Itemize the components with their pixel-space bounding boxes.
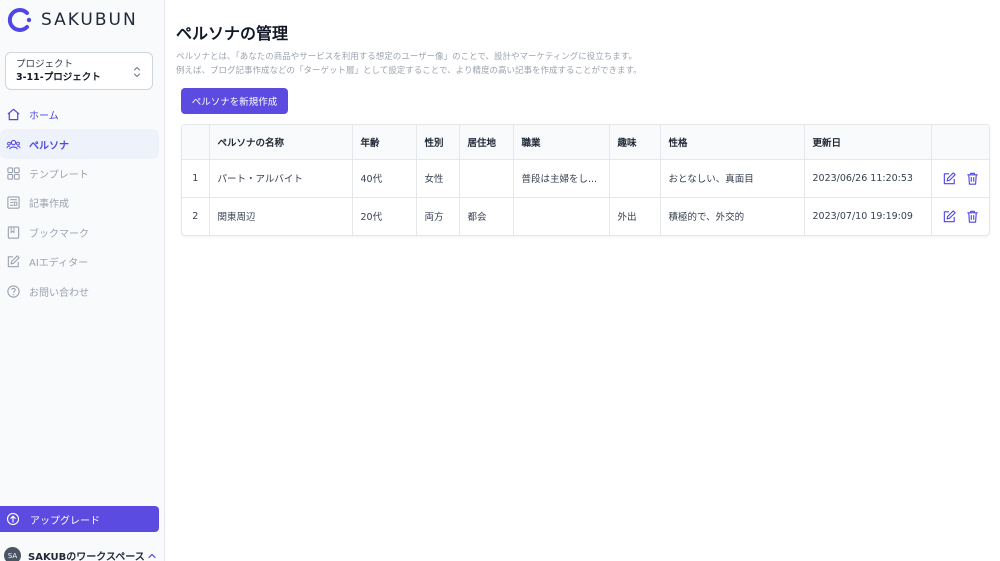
sidebar-item-ai-editor[interactable]: AIエディター xyxy=(0,247,159,276)
project-name: 3-11-プロジェクト xyxy=(16,72,101,83)
sidebar-item-label: お問い合わせ xyxy=(29,287,89,299)
article-icon xyxy=(6,195,21,210)
sidebar-item-label: ペルソナ xyxy=(29,140,69,152)
table-header-row: ペルソナの名称 年齢 性別 居住地 職業 趣味 性格 更新日 xyxy=(182,125,989,160)
upgrade-label: アップグレード xyxy=(30,515,100,527)
persona-hobby: 外出 xyxy=(609,197,661,235)
bookmark-icon xyxy=(6,225,21,240)
sidebar-item-bookmark[interactable]: ブックマーク xyxy=(0,218,159,247)
persona-updated: 2023/07/10 19:19:09 xyxy=(804,197,932,235)
persona-personality: 積極的で、外交的 xyxy=(660,197,805,235)
row-actions xyxy=(931,159,989,198)
persona-gender: 両方 xyxy=(416,197,460,235)
project-label: プロジェクト xyxy=(16,59,74,70)
persona-hobby xyxy=(609,159,661,198)
column-header-number xyxy=(182,125,210,160)
sidebar-item-label: AIエディター xyxy=(29,258,89,270)
persona-job: 普段は主婦をし... xyxy=(513,159,610,198)
description-line: 例えば、ブログ記事作成などの「ターゲット層」として設定することで、より精度の高い… xyxy=(176,65,642,76)
persona-updated: 2023/06/26 11:20:53 xyxy=(804,159,932,198)
sidebar-item-label: ホーム xyxy=(29,111,59,123)
column-header-name: ペルソナの名称 xyxy=(209,125,353,160)
column-header-gender: 性別 xyxy=(416,125,460,160)
sidebar-item-contact[interactable]: お問い合わせ xyxy=(0,276,159,305)
sidebar-item-label: テンプレート xyxy=(29,169,89,181)
help-icon xyxy=(6,284,21,299)
row-number: 2 xyxy=(182,197,210,235)
brand-logo[interactable]: SAKUBUN xyxy=(5,7,138,33)
persona-personality: おとなしい、真面目 xyxy=(660,159,805,198)
persona-residence: 都会 xyxy=(459,197,514,235)
persona-table: ペルソナの名称 年齢 性別 居住地 職業 趣味 性格 更新日 1 パート・アルバ… xyxy=(181,124,990,236)
column-header-personality: 性格 xyxy=(660,125,805,160)
persona-name: パート・アルバイト xyxy=(209,159,353,198)
sidebar-item-persona[interactable]: ペルソナ xyxy=(0,129,159,159)
persona-residence xyxy=(459,159,514,198)
sidebar-item-label: ブックマーク xyxy=(29,228,89,240)
column-header-residence: 居住地 xyxy=(459,125,514,160)
sidebar-item-template[interactable]: テンプレート xyxy=(0,159,159,188)
avatar: SA xyxy=(4,547,21,561)
project-selector[interactable]: プロジェクト 3-11-プロジェクト xyxy=(5,52,153,90)
logo-icon xyxy=(7,8,32,32)
page-description: ペルソナとは、「あなたの商品やサービスを利用する想定のユーザー像」のことで、設計… xyxy=(176,51,642,78)
create-persona-button[interactable]: ペルソナを新規作成 xyxy=(181,88,288,114)
persona-job xyxy=(513,197,610,235)
workspace-name: SAKUBのワークスペース xyxy=(28,552,145,561)
upgrade-button[interactable]: アップグレード xyxy=(0,506,159,532)
chevron-up-down-icon xyxy=(134,67,140,77)
column-header-actions xyxy=(931,125,989,160)
persona-icon xyxy=(6,137,21,152)
sidebar-item-label: 記事作成 xyxy=(29,199,69,211)
edit-icon[interactable] xyxy=(942,171,957,186)
row-number: 1 xyxy=(182,159,210,198)
chevron-up-icon xyxy=(148,553,156,558)
persona-name: 関東周辺 xyxy=(209,197,353,235)
sidebar-nav: ホーム ペルソナ テンプレート 記事作成 ブックマーク AIエディター お問い合… xyxy=(0,100,165,306)
sidebar-item-article[interactable]: 記事作成 xyxy=(0,188,159,217)
trash-icon[interactable] xyxy=(965,209,980,224)
arrow-up-circle-icon xyxy=(6,512,20,526)
brand-name: SAKUBUN xyxy=(41,10,138,30)
column-header-hobby: 趣味 xyxy=(609,125,661,160)
sidebar-item-home[interactable]: ホーム xyxy=(0,100,159,129)
template-icon xyxy=(6,166,21,181)
persona-age: 40代 xyxy=(352,159,417,198)
home-icon xyxy=(6,107,21,122)
row-actions xyxy=(931,197,989,235)
main-content: ペルソナの管理 ペルソナとは、「あなたの商品やサービスを利用する想定のユーザー像… xyxy=(165,0,1000,561)
persona-gender: 女性 xyxy=(416,159,460,198)
description-line: ペルソナとは、「あなたの商品やサービスを利用する想定のユーザー像」のことで、設計… xyxy=(176,52,637,62)
edit-icon[interactable] xyxy=(942,209,957,224)
column-header-job: 職業 xyxy=(513,125,610,160)
table-row[interactable]: 2 関東周辺 20代 両方 都会 外出 積極的で、外交的 2023/07/10 … xyxy=(182,197,989,235)
persona-age: 20代 xyxy=(352,197,417,235)
workspace-switcher[interactable]: SA SAKUBのワークスペース xyxy=(4,547,157,561)
page-title: ペルソナの管理 xyxy=(176,24,289,43)
trash-icon[interactable] xyxy=(965,171,980,186)
sidebar: SAKUBUN プロジェクト 3-11-プロジェクト ホーム ペルソナ テンプレ… xyxy=(0,0,165,561)
editor-icon xyxy=(6,254,21,269)
column-header-age: 年齢 xyxy=(352,125,417,160)
column-header-updated: 更新日 xyxy=(804,125,932,160)
table-row[interactable]: 1 パート・アルバイト 40代 女性 普段は主婦をし... おとなしい、真面目 … xyxy=(182,159,989,198)
